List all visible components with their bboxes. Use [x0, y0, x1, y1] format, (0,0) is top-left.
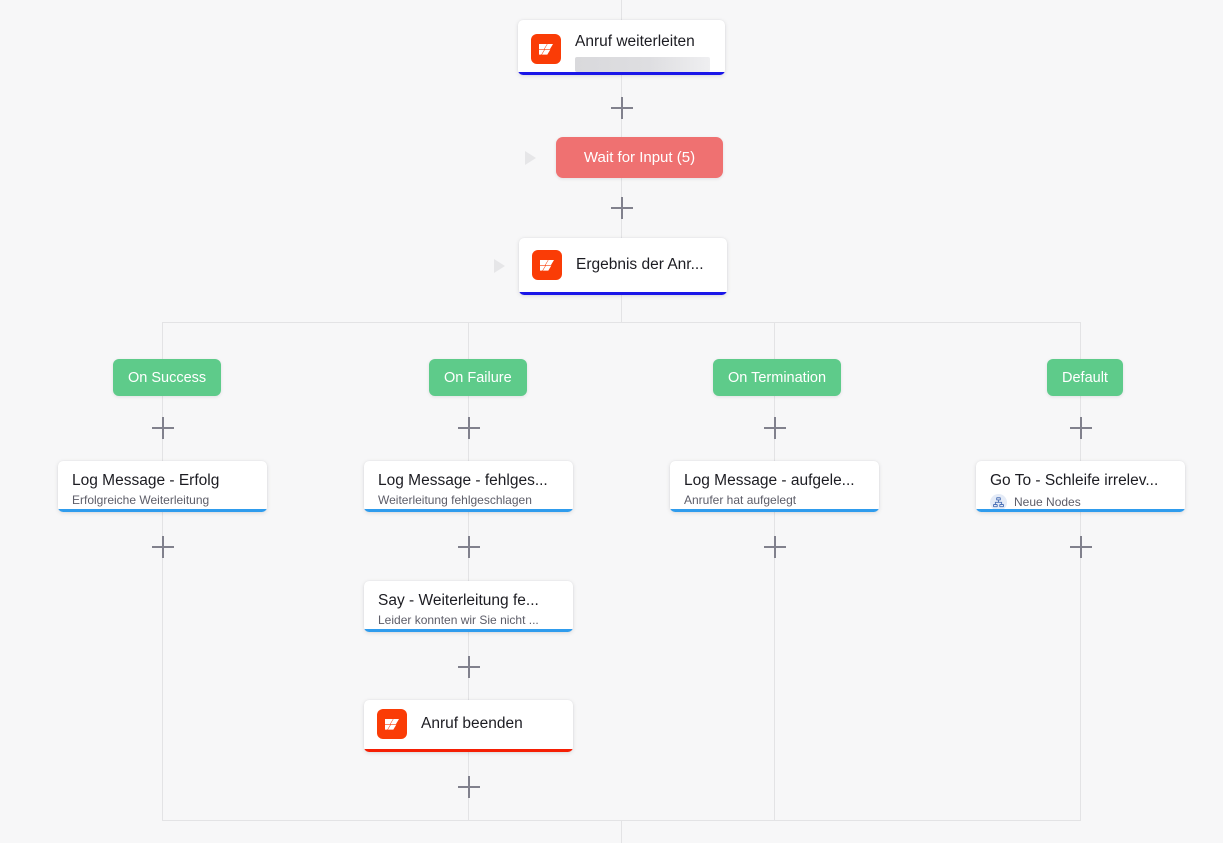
node-status-underline — [670, 509, 879, 512]
add-node-button[interactable] — [611, 97, 633, 119]
node-log-success[interactable]: Log Message - Erfolg Erfolgreiche Weiter… — [58, 461, 267, 512]
add-node-button[interactable] — [458, 536, 480, 558]
node-title: Say - Weiterleitung fe... — [378, 592, 539, 609]
node-title: Anruf weiterleiten — [575, 33, 695, 50]
zoom-logo-icon — [377, 709, 407, 739]
run-from-here-icon[interactable] — [494, 259, 505, 273]
add-node-button[interactable] — [152, 536, 174, 558]
node-transfer-call[interactable]: Anruf weiterleiten — [518, 20, 725, 75]
node-title: Anruf beenden — [421, 715, 523, 733]
add-node-button[interactable] — [152, 417, 174, 439]
add-node-button[interactable] — [1070, 536, 1092, 558]
branch-label-text: Default — [1062, 369, 1108, 386]
node-subtitle: Weiterleitung fehlgeschlagen — [378, 493, 532, 508]
node-title: Log Message - fehlges... — [378, 472, 548, 489]
run-from-here-icon[interactable] — [525, 151, 536, 165]
node-log-failure[interactable]: Log Message - fehlges... Weiterleitung f… — [364, 461, 573, 512]
node-title: Log Message - aufgele... — [684, 472, 855, 489]
node-call-result[interactable]: Ergebnis der Anr... — [519, 238, 727, 295]
node-status-underline — [364, 749, 573, 752]
workflow-canvas[interactable]: Anruf weiterleiten Wait for Input (5) Er… — [0, 0, 1223, 843]
branch-column-line — [1080, 322, 1081, 820]
add-node-button[interactable] — [611, 197, 633, 219]
node-status-underline — [364, 509, 573, 512]
connector-line — [621, 0, 622, 20]
node-subtitle: Erfolgreiche Weiterleitung — [72, 493, 210, 508]
node-wait-for-input[interactable]: Wait for Input (5) — [556, 137, 723, 178]
node-status-underline — [58, 509, 267, 512]
connector-line — [621, 295, 622, 322]
wait-for-input-label: Wait for Input (5) — [583, 149, 696, 166]
branch-label-text: On Failure — [444, 369, 512, 386]
node-status-underline — [976, 509, 1185, 512]
loading-placeholder-bar — [575, 57, 710, 73]
node-title: Go To - Schleife irrelev... — [990, 472, 1159, 489]
add-node-button[interactable] — [764, 417, 786, 439]
branch-label-text: On Success — [128, 369, 207, 386]
connector-line — [621, 820, 622, 843]
node-log-hangup[interactable]: Log Message - aufgele... Anrufer hat auf… — [670, 461, 879, 512]
node-go-to-loop[interactable]: Go To - Schleife irrelev... Neue Nodes — [976, 461, 1185, 512]
node-subtitle: Leider konnten wir Sie nicht ... — [378, 613, 539, 628]
node-status-underline — [518, 72, 725, 75]
node-status-underline — [364, 629, 573, 632]
branch-column-line — [774, 322, 775, 820]
add-node-button[interactable] — [458, 656, 480, 678]
node-subtitle: Anrufer hat aufgelegt — [684, 493, 797, 508]
branch-label-text: On Termination — [728, 369, 827, 386]
node-status-underline — [519, 292, 727, 295]
branch-label-default[interactable]: Default — [1047, 359, 1123, 396]
add-node-button[interactable] — [458, 776, 480, 798]
add-node-button[interactable] — [764, 536, 786, 558]
branch-label-on-success[interactable]: On Success — [113, 359, 222, 396]
add-node-button[interactable] — [458, 417, 480, 439]
node-end-call[interactable]: Anruf beenden — [364, 700, 573, 752]
branch-label-on-termination[interactable]: On Termination — [713, 359, 842, 396]
branch-column-line — [162, 322, 163, 820]
branch-label-on-failure[interactable]: On Failure — [429, 359, 527, 396]
node-title: Log Message - Erfolg — [72, 472, 220, 489]
zoom-logo-icon — [531, 34, 561, 64]
node-title: Ergebnis der Anr... — [576, 256, 704, 274]
branch-bus-top — [162, 322, 1081, 323]
zoom-logo-icon — [532, 250, 562, 280]
node-say-failure[interactable]: Say - Weiterleitung fe... Leider konnten… — [364, 581, 573, 632]
add-node-button[interactable] — [1070, 417, 1092, 439]
